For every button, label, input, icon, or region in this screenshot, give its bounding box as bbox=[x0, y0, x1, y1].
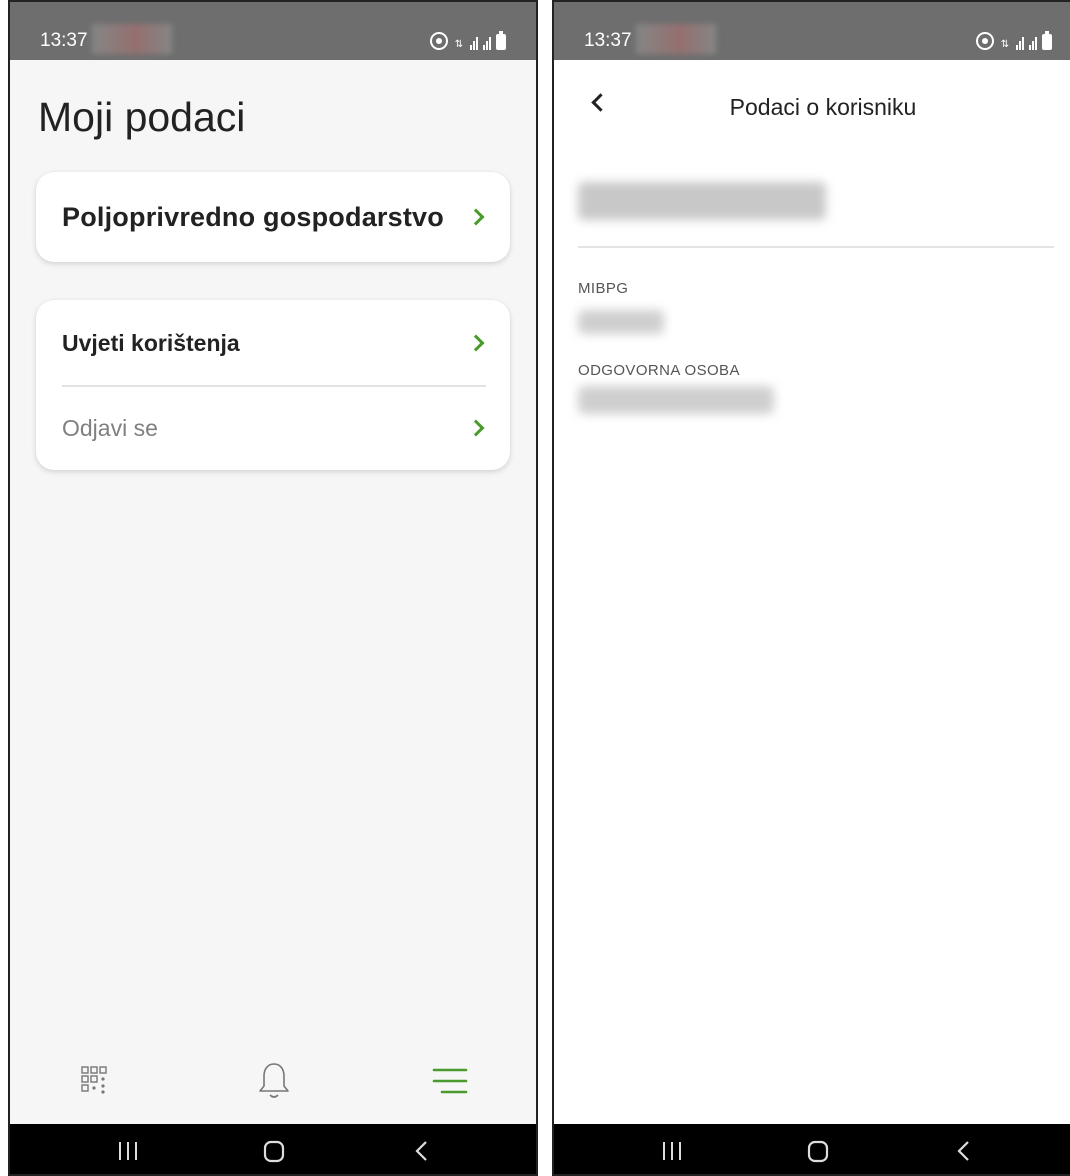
nav-notifications-button[interactable] bbox=[234, 1040, 314, 1124]
signal-bars-icon bbox=[470, 36, 478, 50]
recent-apps-icon bbox=[119, 1142, 137, 1160]
user-name-redacted bbox=[578, 182, 826, 220]
hotspot-icon bbox=[430, 32, 448, 50]
header: Podaci o korisniku bbox=[554, 74, 1070, 138]
battery-icon bbox=[496, 31, 506, 50]
grid-icon bbox=[81, 1066, 107, 1094]
screen-my-data: 13:37 ⇅ Moji podaci Poljoprivredno gospo… bbox=[8, 0, 538, 1176]
signal-bars-icon bbox=[1029, 36, 1037, 50]
mibpg-value-redacted bbox=[578, 310, 664, 334]
farm-row[interactable]: Poljoprivredno gospodarstvo bbox=[62, 172, 486, 262]
home-button[interactable] bbox=[788, 1124, 848, 1174]
status-time: 13:37 bbox=[584, 30, 632, 51]
chevron-right-icon bbox=[467, 334, 485, 352]
status-notification-blur bbox=[636, 24, 716, 54]
chevron-right-icon bbox=[467, 419, 485, 437]
terms-of-use-label: Uvjeti korištenja bbox=[62, 329, 240, 356]
status-bar: 13:37 ⇅ bbox=[554, 2, 1070, 60]
bell-icon bbox=[259, 1063, 289, 1098]
system-nav-bar bbox=[554, 1124, 1070, 1174]
back-button[interactable] bbox=[392, 1124, 452, 1174]
system-nav-bar bbox=[10, 1124, 536, 1174]
recent-apps-button[interactable] bbox=[642, 1124, 702, 1174]
battery-icon bbox=[1042, 31, 1052, 50]
farm-label: Poljoprivredno gospodarstvo bbox=[62, 201, 444, 232]
mibpg-label: MIBPG bbox=[578, 280, 629, 297]
recent-apps-button[interactable] bbox=[98, 1124, 158, 1174]
farm-card: Poljoprivredno gospodarstvo bbox=[36, 172, 510, 262]
home-icon bbox=[263, 1140, 285, 1163]
bottom-nav bbox=[10, 1040, 536, 1124]
menu-icon bbox=[432, 1068, 468, 1094]
header-title: Podaci o korisniku bbox=[729, 94, 917, 120]
home-button[interactable] bbox=[244, 1124, 304, 1174]
nav-menu-button[interactable] bbox=[410, 1040, 490, 1124]
status-notification-blur bbox=[92, 24, 172, 54]
chevron-right-icon bbox=[467, 208, 485, 226]
status-bar: 13:37 ⇅ bbox=[10, 2, 536, 60]
signal-bars-icon bbox=[483, 36, 491, 50]
hotspot-icon bbox=[976, 32, 994, 50]
screen-user-details: 13:37 ⇅ Podaci o korisniku MIBPG ODGOVOR… bbox=[552, 0, 1070, 1176]
responsible-person-label: ODGOVORNA OSOBA bbox=[578, 362, 740, 379]
logout-row[interactable]: Odjavi se bbox=[62, 386, 486, 470]
menu-card: Uvjeti korištenja Odjavi se bbox=[36, 300, 510, 470]
home-icon bbox=[807, 1140, 829, 1163]
data-4g-icon: ⇅ bbox=[454, 39, 464, 50]
recent-apps-icon bbox=[663, 1142, 681, 1160]
status-icons: ⇅ bbox=[430, 26, 506, 50]
signal-bars-icon bbox=[1016, 36, 1024, 50]
nav-grid-button[interactable] bbox=[58, 1040, 138, 1124]
logout-label: Odjavi se bbox=[62, 414, 158, 441]
back-icon bbox=[415, 1141, 427, 1161]
status-icons: ⇅ bbox=[976, 26, 1052, 50]
terms-of-use-row[interactable]: Uvjeti korištenja bbox=[62, 300, 486, 386]
back-button[interactable] bbox=[934, 1124, 994, 1174]
data-4g-icon: ⇅ bbox=[1000, 39, 1010, 50]
page-title: Moji podaci bbox=[38, 94, 246, 140]
back-icon bbox=[957, 1141, 969, 1161]
status-time: 13:37 bbox=[40, 30, 88, 51]
divider bbox=[578, 246, 1054, 248]
responsible-person-value-redacted bbox=[578, 386, 774, 414]
